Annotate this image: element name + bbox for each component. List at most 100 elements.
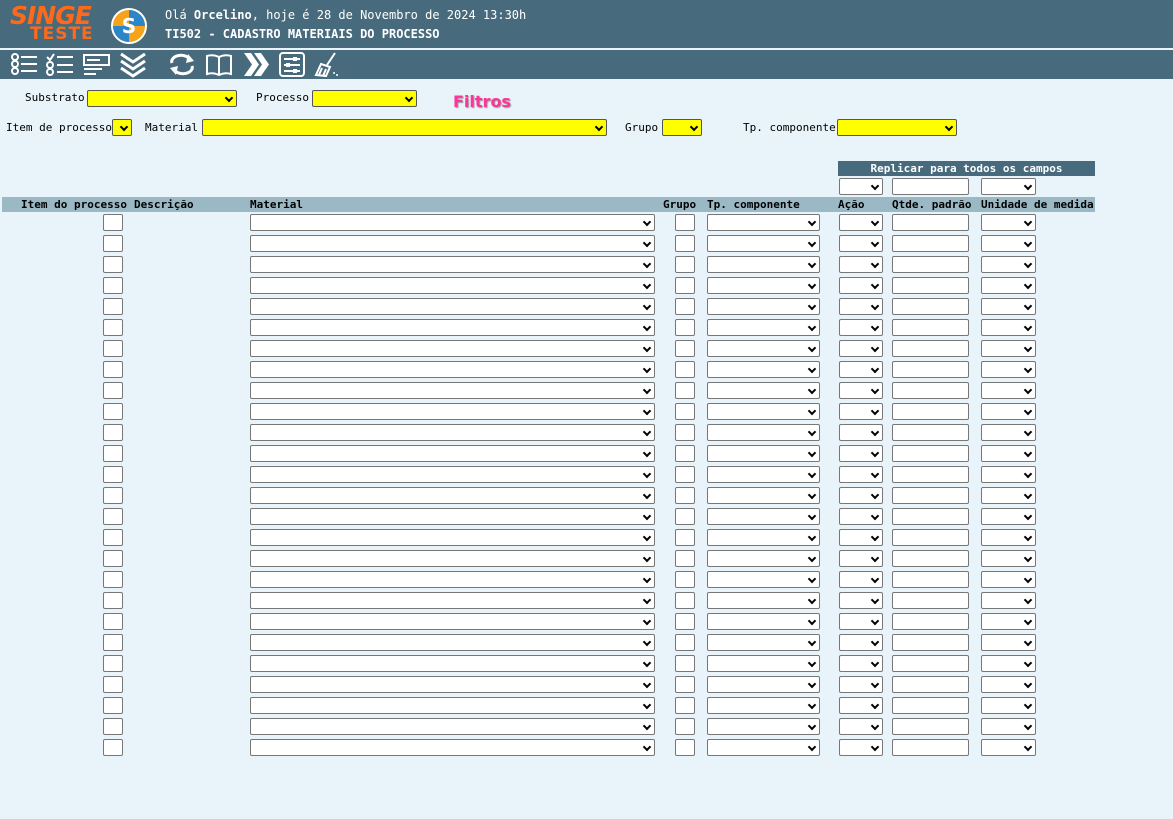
processo-select[interactable] — [312, 90, 417, 107]
row-item-processo-input[interactable] — [103, 487, 123, 504]
row-acao-select[interactable] — [839, 319, 883, 336]
row-acao-select[interactable] — [839, 739, 883, 756]
item-processo-input[interactable] — [112, 119, 132, 136]
row-grupo-input[interactable] — [675, 697, 695, 714]
row-tp-componente-select[interactable] — [707, 277, 820, 294]
row-acao-select[interactable] — [839, 445, 883, 462]
row-unidade-select[interactable] — [981, 529, 1036, 546]
row-item-processo-input[interactable] — [103, 256, 123, 273]
row-tp-componente-select[interactable] — [707, 382, 820, 399]
row-qtde-input[interactable] — [892, 676, 969, 693]
row-item-processo-input[interactable] — [103, 676, 123, 693]
row-material-select[interactable] — [250, 361, 655, 378]
row-unidade-select[interactable] — [981, 256, 1036, 273]
row-acao-select[interactable] — [839, 361, 883, 378]
row-unidade-select[interactable] — [981, 403, 1036, 420]
row-item-processo-input[interactable] — [103, 214, 123, 231]
row-qtde-input[interactable] — [892, 550, 969, 567]
row-material-select[interactable] — [250, 277, 655, 294]
row-item-processo-input[interactable] — [103, 697, 123, 714]
row-tp-componente-select[interactable] — [707, 529, 820, 546]
row-grupo-input[interactable] — [675, 655, 695, 672]
row-material-select[interactable] — [250, 256, 655, 273]
row-material-select[interactable] — [250, 592, 655, 609]
row-item-processo-input[interactable] — [103, 655, 123, 672]
row-grupo-input[interactable] — [675, 214, 695, 231]
material-select[interactable] — [202, 119, 607, 136]
row-acao-select[interactable] — [839, 235, 883, 252]
row-material-select[interactable] — [250, 487, 655, 504]
row-grupo-input[interactable] — [675, 550, 695, 567]
row-material-select[interactable] — [250, 319, 655, 336]
row-unidade-select[interactable] — [981, 424, 1036, 441]
row-tp-componente-select[interactable] — [707, 340, 820, 357]
row-qtde-input[interactable] — [892, 466, 969, 483]
grupo-select[interactable] — [662, 119, 702, 136]
row-unidade-select[interactable] — [981, 487, 1036, 504]
row-material-select[interactable] — [250, 739, 655, 756]
row-acao-select[interactable] — [839, 508, 883, 525]
checklist-icon[interactable] — [45, 51, 75, 78]
row-acao-select[interactable] — [839, 214, 883, 231]
row-unidade-select[interactable] — [981, 277, 1036, 294]
substrato-select[interactable] — [87, 90, 237, 107]
row-acao-select[interactable] — [839, 571, 883, 588]
row-material-select[interactable] — [250, 676, 655, 693]
row-unidade-select[interactable] — [981, 445, 1036, 462]
row-material-select[interactable] — [250, 718, 655, 735]
row-grupo-input[interactable] — [675, 571, 695, 588]
row-acao-select[interactable] — [839, 340, 883, 357]
row-grupo-input[interactable] — [675, 319, 695, 336]
row-grupo-input[interactable] — [675, 277, 695, 294]
row-acao-select[interactable] — [839, 529, 883, 546]
row-grupo-input[interactable] — [675, 676, 695, 693]
row-item-processo-input[interactable] — [103, 319, 123, 336]
row-grupo-input[interactable] — [675, 529, 695, 546]
row-item-processo-input[interactable] — [103, 235, 123, 252]
row-qtde-input[interactable] — [892, 256, 969, 273]
row-grupo-input[interactable] — [675, 361, 695, 378]
row-grupo-input[interactable] — [675, 718, 695, 735]
row-unidade-select[interactable] — [981, 697, 1036, 714]
row-grupo-input[interactable] — [675, 634, 695, 651]
row-qtde-input[interactable] — [892, 529, 969, 546]
row-material-select[interactable] — [250, 697, 655, 714]
row-grupo-input[interactable] — [675, 592, 695, 609]
row-acao-select[interactable] — [839, 403, 883, 420]
row-tp-componente-select[interactable] — [707, 487, 820, 504]
row-material-select[interactable] — [250, 340, 655, 357]
row-tp-componente-select[interactable] — [707, 424, 820, 441]
row-material-select[interactable] — [250, 403, 655, 420]
settings-sliders-icon[interactable] — [277, 51, 307, 78]
row-item-processo-input[interactable] — [103, 445, 123, 462]
row-acao-select[interactable] — [839, 592, 883, 609]
row-tp-componente-select[interactable] — [707, 319, 820, 336]
row-material-select[interactable] — [250, 466, 655, 483]
row-tp-componente-select[interactable] — [707, 718, 820, 735]
row-unidade-select[interactable] — [981, 214, 1036, 231]
row-item-processo-input[interactable] — [103, 718, 123, 735]
row-material-select[interactable] — [250, 613, 655, 630]
double-chevron-right-icon[interactable] — [241, 51, 271, 78]
row-material-select[interactable] — [250, 298, 655, 315]
replicate-unidade-select[interactable] — [981, 178, 1036, 195]
row-unidade-select[interactable] — [981, 340, 1036, 357]
row-material-select[interactable] — [250, 214, 655, 231]
row-material-select[interactable] — [250, 424, 655, 441]
row-qtde-input[interactable] — [892, 214, 969, 231]
row-tp-componente-select[interactable] — [707, 256, 820, 273]
row-item-processo-input[interactable] — [103, 550, 123, 567]
replicate-qtde-input[interactable] — [892, 178, 969, 195]
row-acao-select[interactable] — [839, 697, 883, 714]
tp-componente-select[interactable] — [837, 119, 957, 136]
row-tp-componente-select[interactable] — [707, 592, 820, 609]
row-item-processo-input[interactable] — [103, 403, 123, 420]
row-tp-componente-select[interactable] — [707, 361, 820, 378]
row-item-processo-input[interactable] — [103, 277, 123, 294]
row-qtde-input[interactable] — [892, 508, 969, 525]
broom-icon[interactable] — [313, 51, 343, 78]
row-grupo-input[interactable] — [675, 340, 695, 357]
row-grupo-input[interactable] — [675, 235, 695, 252]
row-acao-select[interactable] — [839, 718, 883, 735]
row-unidade-select[interactable] — [981, 466, 1036, 483]
